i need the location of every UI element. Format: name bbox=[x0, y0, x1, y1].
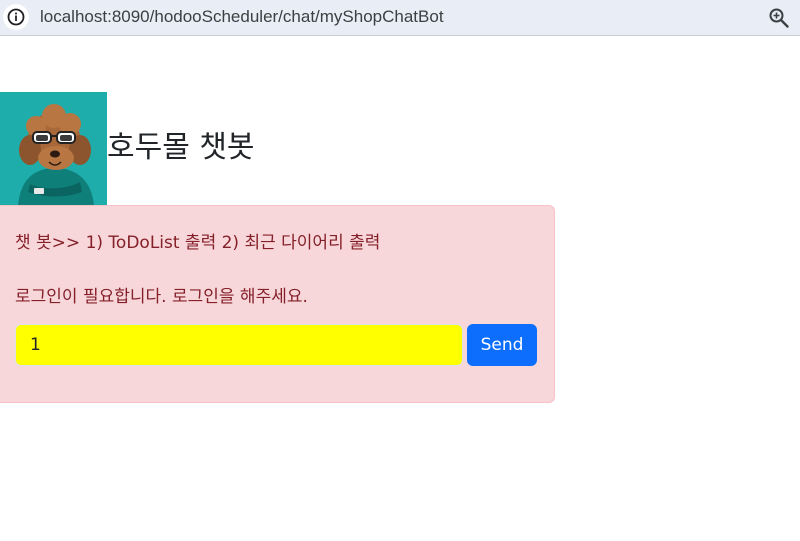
browser-address-bar: localhost:8090/hodooScheduler/chat/mySho… bbox=[0, 0, 800, 36]
page-title: 호두몰 챗봇 bbox=[107, 130, 255, 165]
url-text[interactable]: localhost:8090/hodooScheduler/chat/mySho… bbox=[40, 7, 444, 27]
info-icon[interactable] bbox=[3, 4, 29, 30]
zoom-icon[interactable] bbox=[768, 7, 790, 29]
chatbot-message: 로그인이 필요합니다. 로그인을 해주세요. bbox=[15, 287, 308, 307]
chatbot-logo-image bbox=[0, 92, 107, 206]
chatbot-message: 챗 봇>> 1) ToDoList 출력 2) 최근 다이어리 출력 bbox=[15, 233, 381, 253]
chat-input[interactable] bbox=[15, 324, 463, 366]
send-button[interactable]: Send bbox=[467, 324, 537, 366]
chat-alert-box: 챗 봇>> 1) ToDoList 출력 2) 최근 다이어리 출력 로그인이 … bbox=[0, 205, 555, 403]
